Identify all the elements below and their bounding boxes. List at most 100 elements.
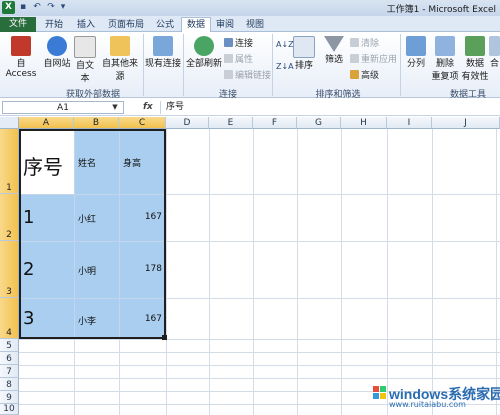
remove-duplicates-icon bbox=[435, 36, 455, 56]
column-header-h[interactable]: H bbox=[341, 117, 387, 129]
edit-links-icon bbox=[224, 70, 233, 79]
tab-view[interactable]: 视图 bbox=[242, 18, 268, 32]
text-file-icon bbox=[74, 36, 96, 58]
gridline bbox=[496, 129, 497, 415]
gridline bbox=[19, 378, 500, 379]
row-header-3[interactable]: 3 bbox=[0, 241, 19, 298]
group-separator bbox=[272, 34, 273, 96]
refresh-icon bbox=[194, 36, 214, 56]
gridline bbox=[166, 129, 167, 415]
edit-links-button[interactable]: 编辑链接 bbox=[224, 68, 271, 81]
column-header-d[interactable]: D bbox=[166, 117, 209, 129]
other-sources-icon bbox=[110, 36, 130, 56]
sort-button[interactable]: 排序 bbox=[292, 36, 316, 71]
clear-filter-icon bbox=[350, 38, 359, 47]
row-header-7[interactable]: 7 bbox=[0, 365, 19, 378]
gridline bbox=[432, 129, 433, 415]
chevron-down-icon[interactable]: ▼ bbox=[110, 102, 120, 113]
column-header-j[interactable]: J bbox=[432, 117, 500, 129]
sort-icon bbox=[293, 36, 315, 58]
advanced-filter-icon bbox=[350, 70, 359, 79]
gridline bbox=[19, 352, 500, 353]
sort-za-icon: Z↓A bbox=[276, 62, 294, 71]
from-text-button[interactable]: 自文本 bbox=[72, 36, 98, 84]
sort-az-icon: A↓Z bbox=[276, 40, 294, 49]
watermark-url: www.ruitaiabu.com bbox=[389, 400, 466, 409]
ribbon-tabs: 文件 开始 插入 页面布局 公式 数据 审阅 视图 bbox=[0, 16, 500, 34]
windows-logo-icon bbox=[373, 386, 386, 399]
data-validation-icon bbox=[465, 36, 485, 56]
connections-icon bbox=[224, 38, 233, 47]
undo-icon[interactable]: ↶ bbox=[31, 2, 43, 13]
properties-icon bbox=[224, 54, 233, 63]
column-header-g[interactable]: G bbox=[297, 117, 341, 129]
save-icon[interactable]: ▪ bbox=[17, 2, 29, 13]
web-icon bbox=[47, 36, 67, 56]
column-header-i[interactable]: I bbox=[387, 117, 432, 129]
clear-filter-button[interactable]: 清除 bbox=[350, 36, 379, 49]
selection-border bbox=[19, 129, 166, 339]
remove-duplicates-button[interactable]: 删除 重复项 bbox=[430, 36, 460, 82]
funnel-icon bbox=[324, 36, 344, 52]
row-header-1[interactable]: 1 bbox=[0, 129, 19, 194]
tab-file[interactable]: 文件 bbox=[0, 17, 36, 32]
connections-button[interactable]: 连接 bbox=[224, 36, 253, 49]
fill-handle[interactable] bbox=[162, 335, 167, 340]
access-icon bbox=[11, 36, 31, 56]
window-title: 工作簿1 - Microsoft Excel bbox=[386, 5, 496, 15]
title-bar: X ▪ ↶ ↷ ▾ 工作簿1 - Microsoft Excel bbox=[0, 0, 500, 16]
gridline bbox=[19, 365, 500, 366]
group-separator bbox=[183, 34, 184, 96]
row-header-9[interactable]: 9 bbox=[0, 391, 19, 404]
tab-home[interactable]: 开始 bbox=[41, 18, 67, 32]
reapply-icon bbox=[350, 54, 359, 63]
data-validation-button[interactable]: 数据 有效性 bbox=[461, 36, 489, 82]
column-header-c[interactable]: C bbox=[119, 117, 166, 129]
select-all-corner[interactable] bbox=[0, 117, 19, 129]
column-header-f[interactable]: F bbox=[253, 117, 297, 129]
row-header-8[interactable]: 8 bbox=[0, 378, 19, 391]
watermark: windows系统家园 www.ruitaiabu.com bbox=[373, 384, 500, 412]
advanced-filter-button[interactable]: 高级 bbox=[350, 68, 379, 81]
gridline bbox=[387, 129, 388, 415]
sort-ascending-button[interactable]: A↓Z bbox=[276, 40, 294, 50]
insert-function-icon[interactable]: fx bbox=[143, 101, 157, 114]
row-header-5[interactable]: 5 bbox=[0, 339, 19, 352]
tab-formulas[interactable]: 公式 bbox=[152, 18, 178, 32]
gridline bbox=[209, 129, 210, 415]
consolidate-icon bbox=[489, 36, 500, 56]
row-header-2[interactable]: 2 bbox=[0, 194, 19, 241]
gridline bbox=[19, 339, 500, 340]
formula-input[interactable]: 序号 bbox=[160, 101, 498, 114]
text-to-columns-icon bbox=[406, 36, 426, 56]
name-box[interactable]: A1 bbox=[2, 101, 124, 114]
text-to-columns-button[interactable]: 分列 bbox=[403, 36, 429, 69]
existing-connections-icon bbox=[153, 36, 173, 56]
properties-button[interactable]: 属性 bbox=[224, 52, 253, 65]
reapply-filter-button[interactable]: 重新应用 bbox=[350, 52, 397, 65]
filter-button[interactable]: 筛选 bbox=[320, 36, 348, 65]
row-header-10[interactable]: 10 bbox=[0, 404, 19, 415]
column-header-e[interactable]: E bbox=[209, 117, 253, 129]
row-header-6[interactable]: 6 bbox=[0, 352, 19, 365]
existing-connections-button[interactable]: 现有连接 bbox=[144, 36, 182, 69]
tab-page-layout[interactable]: 页面布局 bbox=[104, 18, 148, 32]
redo-icon[interactable]: ↷ bbox=[45, 2, 57, 13]
tab-insert[interactable]: 插入 bbox=[73, 18, 99, 32]
consolidate-button[interactable]: 合 bbox=[489, 36, 500, 69]
gridline bbox=[253, 129, 254, 415]
row-header-4[interactable]: 4 bbox=[0, 298, 19, 339]
tab-review[interactable]: 审阅 bbox=[212, 18, 238, 32]
sort-descending-button[interactable]: Z↓A bbox=[276, 62, 294, 72]
from-other-sources-button[interactable]: 自其他来源 bbox=[98, 36, 142, 82]
excel-app-icon[interactable]: X bbox=[2, 1, 15, 14]
customize-quick-access-icon[interactable]: ▾ bbox=[57, 2, 69, 13]
column-header-a[interactable]: A bbox=[19, 117, 74, 129]
ribbon: 自 Access 自网站 自文本 自其他来源 现有连接 获取外部数据 全部刷新 … bbox=[0, 32, 500, 100]
from-access-button[interactable]: 自 Access bbox=[1, 36, 41, 79]
gridline bbox=[297, 129, 298, 415]
group-separator bbox=[400, 34, 401, 96]
column-header-b[interactable]: B bbox=[74, 117, 119, 129]
refresh-all-button[interactable]: 全部刷新 bbox=[185, 36, 223, 69]
from-web-button[interactable]: 自网站 bbox=[42, 36, 72, 69]
